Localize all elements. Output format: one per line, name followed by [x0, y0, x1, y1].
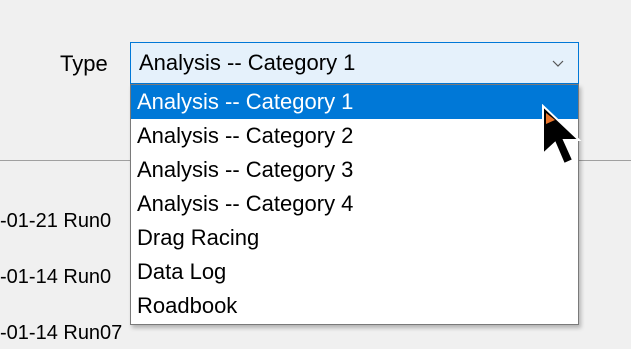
type-combobox-value: Analysis -- Category 1 [139, 50, 356, 75]
type-label: Type [60, 51, 108, 76]
dropdown-option-analysis-category-3[interactable]: Analysis -- Category 3 [131, 153, 578, 187]
dropdown-option-analysis-category-4[interactable]: Analysis -- Category 4 [131, 187, 578, 221]
dropdown-option-drag-racing[interactable]: Drag Racing [131, 221, 578, 255]
dropdown-option-roadbook[interactable]: Roadbook [131, 289, 578, 323]
type-combobox[interactable]: Analysis -- Category 1 [130, 42, 579, 84]
type-dropdown-list[interactable]: Analysis -- Category 1 Analysis -- Categ… [130, 84, 579, 325]
dropdown-option-data-log[interactable]: Data Log [131, 255, 578, 289]
mouse-pointer-icon [542, 104, 582, 166]
chevron-down-icon[interactable] [550, 55, 566, 71]
dropdown-option-analysis-category-2[interactable]: Analysis -- Category 2 [131, 119, 578, 153]
dropdown-option-analysis-category-1[interactable]: Analysis -- Category 1 [131, 85, 578, 119]
